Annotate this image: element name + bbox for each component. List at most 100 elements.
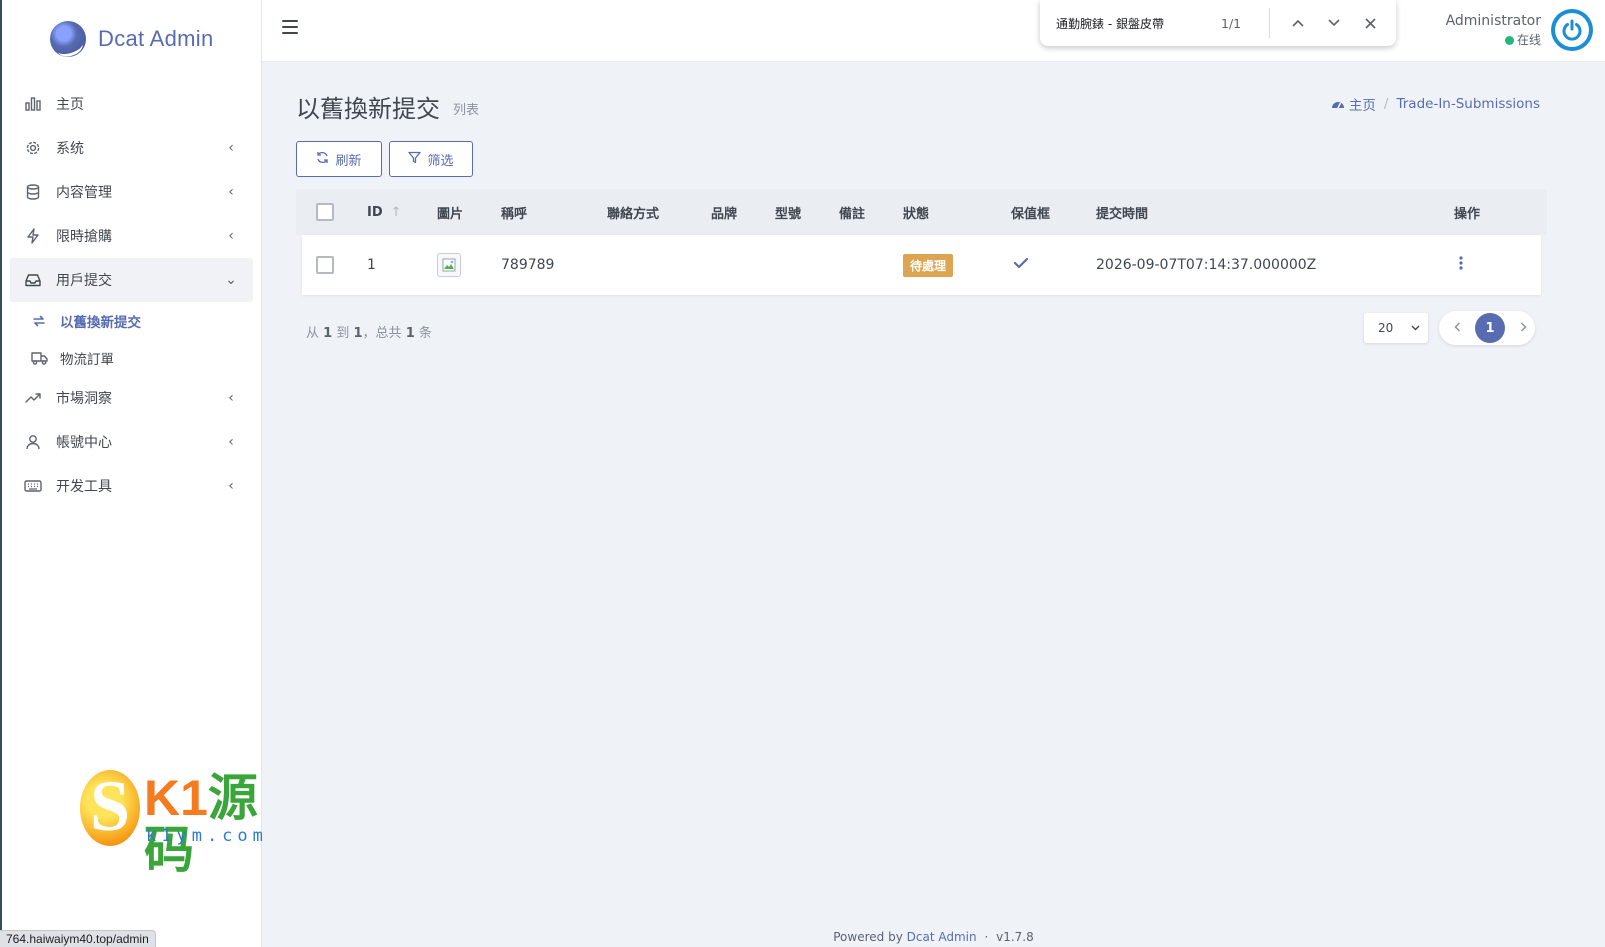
chevron-up-icon [1292, 19, 1304, 27]
sidebar-item-content[interactable]: 内容管理 ‹ [10, 170, 253, 214]
main-content: 以舊換新提交 列表 主页 / Trade-In-Submissions 刷新 筛… [262, 62, 1605, 947]
find-next-button[interactable] [1316, 5, 1352, 41]
summary-from: 1 [323, 326, 333, 341]
browser-status-url: 764.haiwaiym40.top/admin [0, 930, 156, 947]
more-vertical-icon[interactable] [1458, 255, 1464, 271]
footer-version: v1.7.8 [996, 930, 1034, 944]
chevron-down-icon [1328, 19, 1340, 27]
watermark-url: k1ym.com [146, 826, 268, 846]
page-button-current[interactable]: 1 [1475, 313, 1505, 343]
row-checkbox[interactable] [316, 256, 334, 274]
sidebar-item-label: 帳號中心 [56, 435, 112, 451]
inbox-icon [24, 271, 42, 289]
sidebar-item-home[interactable]: 主页 [10, 82, 253, 126]
footer-brand-link[interactable]: Dcat Admin [907, 930, 977, 944]
chevron-down-icon: ⌄ [225, 272, 237, 288]
cell-name: 789789 [501, 257, 555, 273]
sidebar-item-dev-tools[interactable]: 开发工具 ‹ [10, 464, 253, 508]
chevron-left-icon: ‹ [228, 228, 234, 244]
brand[interactable]: Dcat Admin [2, 0, 261, 78]
cell-actions [1454, 255, 1514, 275]
table-header: ID ↑ 圖片 稱呼 聯絡方式 品牌 型號 備註 狀態 保值框 提交時間 操作 [296, 189, 1547, 235]
user-name: Administrator [1445, 12, 1541, 29]
sidebar-item-label: 限時搶購 [56, 229, 112, 245]
filter-button[interactable]: 筛选 [389, 141, 473, 177]
cell-valued [1011, 257, 1096, 273]
sidebar-item-label: 市場洞察 [56, 391, 112, 407]
per-page-select[interactable]: 20 [1364, 313, 1428, 343]
per-page-value: 20 [1378, 321, 1394, 335]
online-dot-icon [1504, 35, 1514, 45]
prev-page-button[interactable] [1449, 321, 1465, 336]
column-label: ID [367, 204, 383, 220]
summary-to-word: 到 [336, 326, 350, 341]
avatar[interactable] [1551, 9, 1593, 51]
page-subtitle: 列表 [453, 103, 480, 118]
topbar: Administrator 在线 [262, 0, 1605, 62]
column-header-actions: 操作 [1454, 206, 1481, 222]
power-icon [1555, 13, 1589, 47]
sidebar-item-user-submissions[interactable]: 用戶提交 ⌄ [10, 258, 253, 302]
broken-image-icon[interactable] [437, 253, 461, 277]
summary-total: 1 [405, 326, 415, 341]
breadcrumb-current: Trade-In-Submissions [1396, 96, 1540, 112]
chevron-left-icon: ‹ [228, 390, 234, 406]
brand-name: Dcat Admin [98, 26, 214, 51]
column-header-status: 狀態 [903, 206, 930, 222]
column-header-id[interactable]: ID ↑ [367, 205, 437, 220]
bar-chart-icon [24, 95, 42, 113]
refresh-button[interactable]: 刷新 [296, 141, 382, 177]
find-previous-button[interactable] [1280, 5, 1316, 41]
sidebar-item-flash-sale[interactable]: 限時搶購 ‹ [10, 214, 253, 258]
chevron-left-icon: ‹ [228, 184, 234, 200]
user-info: Administrator 在线 [1446, 13, 1541, 48]
user-status-label: 在线 [1516, 32, 1541, 47]
gear-icon [24, 139, 42, 157]
column-header-image: 圖片 [437, 206, 464, 222]
sidebar-item-system[interactable]: 系统 ‹ [10, 126, 253, 170]
sidebar-subitem-trade-in[interactable]: 以舊換新提交 [10, 302, 253, 339]
column-header-brand: 品牌 [711, 206, 738, 222]
keyboard-icon [24, 477, 42, 495]
cell-id: 1 [367, 257, 376, 273]
chevron-left-icon: ‹ [228, 140, 234, 156]
refresh-label: 刷新 [335, 152, 362, 168]
chevron-right-icon [1520, 321, 1527, 332]
data-table: ID ↑ 圖片 稱呼 聯絡方式 品牌 型號 備註 狀態 保值框 提交時間 操作 1… [296, 189, 1547, 295]
summary-unit: 条 [418, 326, 432, 341]
dashboard-icon [1331, 102, 1344, 109]
pagination-summary: 从 1 到 1，总共 1 条 [306, 322, 432, 341]
column-header-submitted-at: 提交時間 [1096, 206, 1149, 222]
sidebar-item-label: 系统 [56, 141, 84, 157]
user-menu[interactable]: Administrator 在线 [1446, 9, 1593, 51]
status-badge: 待處理 [903, 253, 954, 277]
column-header-contact: 聯絡方式 [607, 206, 660, 222]
breadcrumb-separator: / [1383, 96, 1389, 112]
sidebar-nav: 主页 系统 ‹ 内容管理 ‹ 限時搶購 ‹ 用戶提交 ⌄ 以舊換新提交 物流訂單… [2, 78, 261, 512]
row-select-cell [302, 256, 367, 274]
user-status: 在线 [1446, 31, 1541, 48]
sidebar-item-label: 开发工具 [56, 479, 112, 495]
filter-icon [408, 151, 422, 167]
database-icon [24, 183, 42, 201]
breadcrumb-home[interactable]: 主页 [1349, 94, 1376, 114]
find-input[interactable]: 通勤腕錶 - 銀盤皮帶 [1056, 15, 1221, 32]
sidebar-item-account-center[interactable]: 帳號中心 ‹ [10, 420, 253, 464]
column-header-model: 型號 [775, 206, 802, 222]
table-row: 1 789789 待處理 2026-09-07T07:14:37.000000Z [302, 235, 1541, 295]
checkmark-icon [1013, 257, 1029, 269]
sort-arrow-up-icon[interactable]: ↑ [391, 205, 402, 220]
chevron-left-icon: ‹ [228, 434, 234, 450]
select-all-checkbox[interactable] [316, 203, 334, 221]
watermark-s-glyph: S [90, 766, 131, 846]
find-close-button[interactable] [1352, 5, 1388, 41]
close-icon [1364, 17, 1376, 29]
sidebar-item-label: 用戶提交 [56, 273, 112, 289]
sidebar-subitem-label: 物流訂單 [60, 351, 114, 368]
sidebar-item-market-insights[interactable]: 市場洞察 ‹ [10, 376, 253, 420]
select-all-cell [296, 203, 367, 221]
next-page-button[interactable] [1515, 321, 1531, 336]
menu-toggle-icon[interactable] [282, 20, 298, 34]
sidebar-subitem-logistics[interactable]: 物流訂單 [10, 339, 253, 376]
cell-image [437, 253, 501, 277]
